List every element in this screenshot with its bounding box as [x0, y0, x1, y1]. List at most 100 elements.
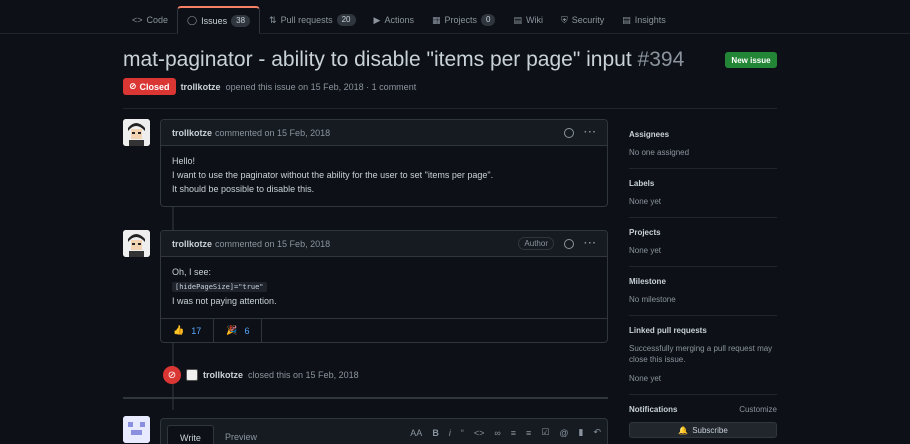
- milestone-title[interactable]: Milestone: [629, 277, 777, 286]
- event-text: closed this on 15 Feb, 2018: [248, 370, 359, 380]
- projects-section: Projects None yet: [629, 218, 777, 267]
- issue-title: mat-paginator - ability to disable "item…: [123, 48, 684, 72]
- avatar[interactable]: [123, 230, 150, 257]
- markdown-toolbar: AA B i “ <> ∞ ≡ ≡ ☑ @ ▮ ↶: [410, 427, 601, 438]
- assignees-title[interactable]: Assignees: [629, 130, 777, 139]
- tab-projects[interactable]: ▦ Projects 0: [423, 6, 504, 34]
- avatar[interactable]: [123, 119, 150, 146]
- comment-editor: Write Preview AA B i “ <> ∞ ≡ ≡ ☑ @ ▮ ↶: [160, 418, 608, 444]
- avatar-image: [123, 119, 150, 146]
- more-icon[interactable]: ···: [584, 238, 597, 249]
- header-divider: [123, 108, 777, 109]
- milestone-value: No milestone: [629, 295, 676, 304]
- tab-pull-requests[interactable]: ⇅ Pull requests 20: [260, 6, 364, 34]
- milestone-section: Milestone No milestone: [629, 267, 777, 316]
- customize-link[interactable]: Customize: [739, 405, 777, 414]
- issue-opened-text: opened this issue on 15 Feb, 2018 · 1 co…: [225, 81, 417, 92]
- notifications-section: Notifications Customize 🔔 Subscribe: [629, 395, 777, 444]
- status-label: Closed: [139, 81, 170, 92]
- bold-icon[interactable]: B: [432, 428, 439, 438]
- comment-author[interactable]: trollkotze: [172, 239, 212, 249]
- repo-tabs: <> Code ◯ Issues 38 ⇅ Pull requests 20 ▶…: [123, 6, 675, 34]
- tab-write[interactable]: Write: [167, 425, 214, 444]
- tab-issues[interactable]: ◯ Issues 38: [177, 6, 261, 34]
- link-icon[interactable]: ∞: [494, 428, 500, 438]
- labels-section: Labels None yet: [629, 169, 777, 218]
- tab-label: Security: [571, 15, 605, 25]
- reaction-thumbs-up[interactable]: 👍 17: [161, 318, 215, 343]
- comment-author[interactable]: trollkotze: [172, 128, 212, 138]
- book-icon: ▤: [513, 14, 522, 25]
- tab-code[interactable]: <> Code: [123, 6, 177, 34]
- reaction-count: 6: [244, 325, 250, 336]
- tab-label: Insights: [634, 15, 666, 25]
- tab-preview[interactable]: Preview: [213, 425, 269, 444]
- tab-label: Actions: [384, 15, 414, 25]
- closed-icon: ⊘: [129, 81, 137, 91]
- tab-actions[interactable]: ▶ Actions: [365, 6, 423, 34]
- linked-prs-description: Successfully merging a pull request may …: [629, 344, 773, 364]
- comment-text-line: It should be possible to disable this.: [172, 184, 315, 194]
- linked-prs-section: Linked pull requests Successfully mergin…: [629, 316, 777, 395]
- subscribe-label: Subscribe: [692, 425, 728, 435]
- shield-icon: ⛨: [560, 14, 568, 25]
- issue-number: #394: [637, 48, 685, 71]
- tab-count: 38: [231, 14, 251, 27]
- labels-title[interactable]: Labels: [629, 179, 777, 188]
- event-actor[interactable]: trollkotze: [203, 370, 243, 380]
- quote-icon[interactable]: “: [461, 428, 464, 438]
- comment-header: trollkotze commented on 15 Feb, 2018 Aut…: [161, 231, 607, 257]
- issue-author-link[interactable]: trollkotze: [181, 82, 221, 92]
- comment-text-line: Hello!: [172, 156, 196, 166]
- comment-body: Hello! I want to use the paginator witho…: [161, 146, 607, 206]
- bookmark-icon[interactable]: ▮: [579, 427, 584, 438]
- avatar[interactable]: [123, 416, 150, 443]
- italic-icon[interactable]: i: [449, 428, 451, 438]
- mention-icon[interactable]: @: [559, 428, 568, 438]
- code-icon[interactable]: <>: [474, 428, 485, 438]
- smiley-icon[interactable]: [564, 127, 574, 138]
- labels-value: None yet: [629, 197, 662, 206]
- bulleted-list-icon[interactable]: ≡: [511, 428, 516, 438]
- more-icon[interactable]: ···: [584, 127, 597, 138]
- tab-insights[interactable]: ▤ Insights: [613, 6, 675, 34]
- avatar[interactable]: [186, 369, 198, 381]
- play-icon: ▶: [373, 14, 381, 25]
- tab-label: Wiki: [525, 15, 543, 25]
- thumbs-up-icon: 👍: [173, 325, 185, 335]
- linked-prs-title[interactable]: Linked pull requests: [629, 326, 777, 335]
- timeline-end-divider: [123, 397, 608, 399]
- code-icon: <>: [132, 15, 143, 25]
- comment-2: trollkotze commented on 15 Feb, 2018 Aut…: [160, 230, 608, 343]
- tab-label: Pull requests: [280, 15, 333, 25]
- tab-security[interactable]: ⛨ Security: [552, 6, 613, 34]
- tab-wiki[interactable]: ▤ Wiki: [504, 6, 552, 34]
- reply-icon[interactable]: ↶: [593, 427, 601, 438]
- avatar-image: [123, 230, 150, 257]
- heading-icon[interactable]: AA: [410, 428, 422, 438]
- closed-event: ⊘ trollkotze closed this on 15 Feb, 2018: [163, 366, 359, 384]
- subscribe-button[interactable]: 🔔 Subscribe: [629, 422, 777, 438]
- projects-title[interactable]: Projects: [629, 228, 777, 237]
- issue-icon: ◯: [187, 15, 198, 25]
- reaction-hooray[interactable]: 🎉 6: [214, 318, 263, 343]
- closed-icon: ⊘: [163, 366, 181, 384]
- new-issue-button[interactable]: New issue: [725, 52, 777, 68]
- party-icon: 🎉: [226, 325, 238, 335]
- tab-label: Projects: [444, 15, 477, 25]
- tab-label: Issues: [201, 15, 228, 26]
- comment-text-line: I was not paying attention.: [172, 296, 277, 306]
- task-list-icon[interactable]: ☑: [541, 427, 549, 438]
- notifications-title: Notifications: [629, 405, 678, 414]
- smiley-icon[interactable]: [564, 238, 574, 249]
- tab-count: 0: [480, 14, 496, 26]
- comment-meta[interactable]: commented on 15 Feb, 2018: [215, 128, 330, 138]
- issue-sidebar: Assignees No one assigned Labels None ye…: [629, 120, 777, 444]
- pull-request-icon: ⇅: [269, 14, 277, 25]
- inline-code: [hidePageSize]="true": [172, 282, 267, 292]
- assignees-value: No one assigned: [629, 148, 690, 157]
- comment-meta[interactable]: commented on 15 Feb, 2018: [215, 239, 330, 249]
- tab-label: Code: [146, 15, 169, 25]
- linked-prs-value: None yet: [629, 374, 662, 383]
- numbered-list-icon[interactable]: ≡: [526, 428, 531, 438]
